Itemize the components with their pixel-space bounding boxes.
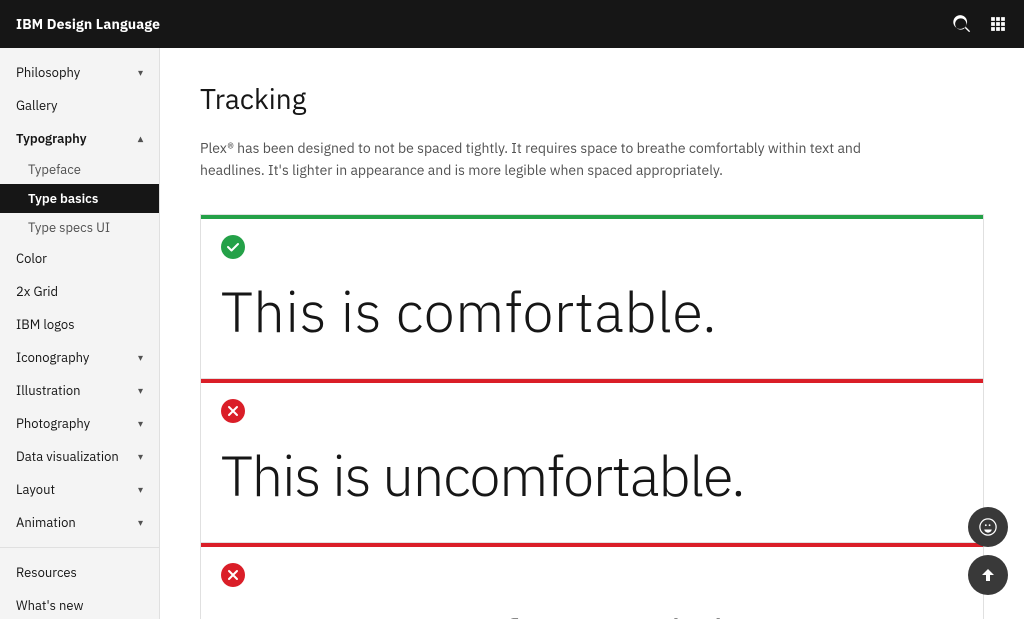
sidebar-item-ibm-logos[interactable]: IBM logos <box>0 308 159 341</box>
sidebar-item-philosophy[interactable]: Philosophy ▾ <box>0 56 159 89</box>
sidebar-sub-label-typeface: Typeface <box>28 161 81 178</box>
sidebar-divider <box>0 547 159 548</box>
sidebar: Philosophy ▾ Gallery Typography ▴ Typefa… <box>0 48 160 619</box>
chevron-down-icon: ▾ <box>138 516 143 529</box>
search-icon[interactable] <box>952 14 972 34</box>
chevron-down-icon: ▾ <box>138 66 143 79</box>
sidebar-item-layout[interactable]: Layout ▾ <box>0 473 159 506</box>
sidebar-item-animation[interactable]: Animation ▾ <box>0 506 159 539</box>
badge-good <box>221 235 245 259</box>
sidebar-item-2x-grid[interactable]: 2x Grid <box>0 275 159 308</box>
page-description: Plex® has been designed to not be spaced… <box>200 137 880 182</box>
sidebar-sub-typeface[interactable]: Typeface <box>0 155 159 184</box>
scroll-to-top-button[interactable] <box>968 555 1008 595</box>
chevron-down-icon: ▾ <box>138 384 143 397</box>
sidebar-label-data-visualization: Data visualization <box>16 448 119 465</box>
sidebar-item-color[interactable]: Color <box>0 242 159 275</box>
sidebar-item-illustration[interactable]: Illustration ▾ <box>0 374 159 407</box>
app-title: IBM Design Language <box>16 15 160 33</box>
floating-buttons <box>968 507 1008 595</box>
page-title: Tracking <box>200 80 984 117</box>
sidebar-item-whats-new[interactable]: What's new <box>0 589 159 619</box>
sidebar-label-ibm-logos: IBM logos <box>16 316 75 333</box>
sidebar-label-whats-new: What's new <box>16 597 83 614</box>
chevron-down-icon: ▾ <box>138 483 143 496</box>
grid-icon[interactable] <box>988 14 1008 34</box>
sidebar-item-photography[interactable]: Photography ▾ <box>0 407 159 440</box>
topbar: IBM Design Language <box>0 0 1024 48</box>
sidebar-label-animation: Animation <box>16 514 76 531</box>
example-card-uncomfortable: This is uncomfortable. <box>200 379 984 543</box>
sidebar-item-typography[interactable]: Typography ▴ <box>0 122 159 155</box>
chevron-down-icon: ▾ <box>138 417 143 430</box>
main-content: Tracking Plex® has been designed to not … <box>160 48 1024 619</box>
sidebar-item-resources[interactable]: Resources <box>0 556 159 589</box>
sidebar-label-photography: Photography <box>16 415 90 432</box>
sidebar-label-illustration: Illustration <box>16 382 81 399</box>
sidebar-label-resources: Resources <box>16 564 77 581</box>
card-inner-too-comfortable: Too comfortable. <box>201 547 983 619</box>
sidebar-item-gallery[interactable]: Gallery <box>0 89 159 122</box>
chevron-up-icon: ▴ <box>138 132 143 145</box>
sidebar-label-layout: Layout <box>16 481 55 498</box>
card-inner-uncomfortable: This is uncomfortable. <box>201 383 983 542</box>
badge-bad-2 <box>221 563 245 587</box>
sidebar-label-philosophy: Philosophy <box>16 64 80 81</box>
sidebar-label-iconography: Iconography <box>16 349 89 366</box>
example-text-too-comfortable: Too comfortable. <box>221 599 963 619</box>
app-body: Philosophy ▾ Gallery Typography ▴ Typefa… <box>0 48 1024 619</box>
app-name-rest: Design Language <box>43 15 160 33</box>
topbar-actions <box>952 14 1008 34</box>
sidebar-sub-label-type-basics: Type basics <box>28 190 98 207</box>
sidebar-label-color: Color <box>16 250 47 267</box>
example-card-comfortable: This is comfortable. <box>200 214 984 379</box>
brand-name: IBM <box>16 15 43 33</box>
example-text-comfortable: This is comfortable. <box>221 271 963 346</box>
sidebar-label-2x-grid: 2x Grid <box>16 283 58 300</box>
example-card-too-comfortable: Too comfortable. <box>200 543 984 619</box>
sidebar-item-iconography[interactable]: Iconography ▾ <box>0 341 159 374</box>
sidebar-label-typography: Typography <box>16 130 87 147</box>
card-inner-comfortable: This is comfortable. <box>201 219 983 378</box>
example-text-uncomfortable: This is uncomfortable. <box>221 435 963 510</box>
sidebar-label-gallery: Gallery <box>16 97 58 114</box>
sidebar-sub-type-basics[interactable]: Type basics <box>0 184 159 213</box>
sidebar-sub-label-type-specs-ui: Type specs UI <box>28 219 110 236</box>
chevron-down-icon: ▾ <box>138 351 143 364</box>
sidebar-sub-type-specs-ui[interactable]: Type specs UI <box>0 213 159 242</box>
chevron-down-icon: ▾ <box>138 450 143 463</box>
sidebar-item-data-visualization[interactable]: Data visualization ▾ <box>0 440 159 473</box>
badge-bad <box>221 399 245 423</box>
emoji-feedback-button[interactable] <box>968 507 1008 547</box>
